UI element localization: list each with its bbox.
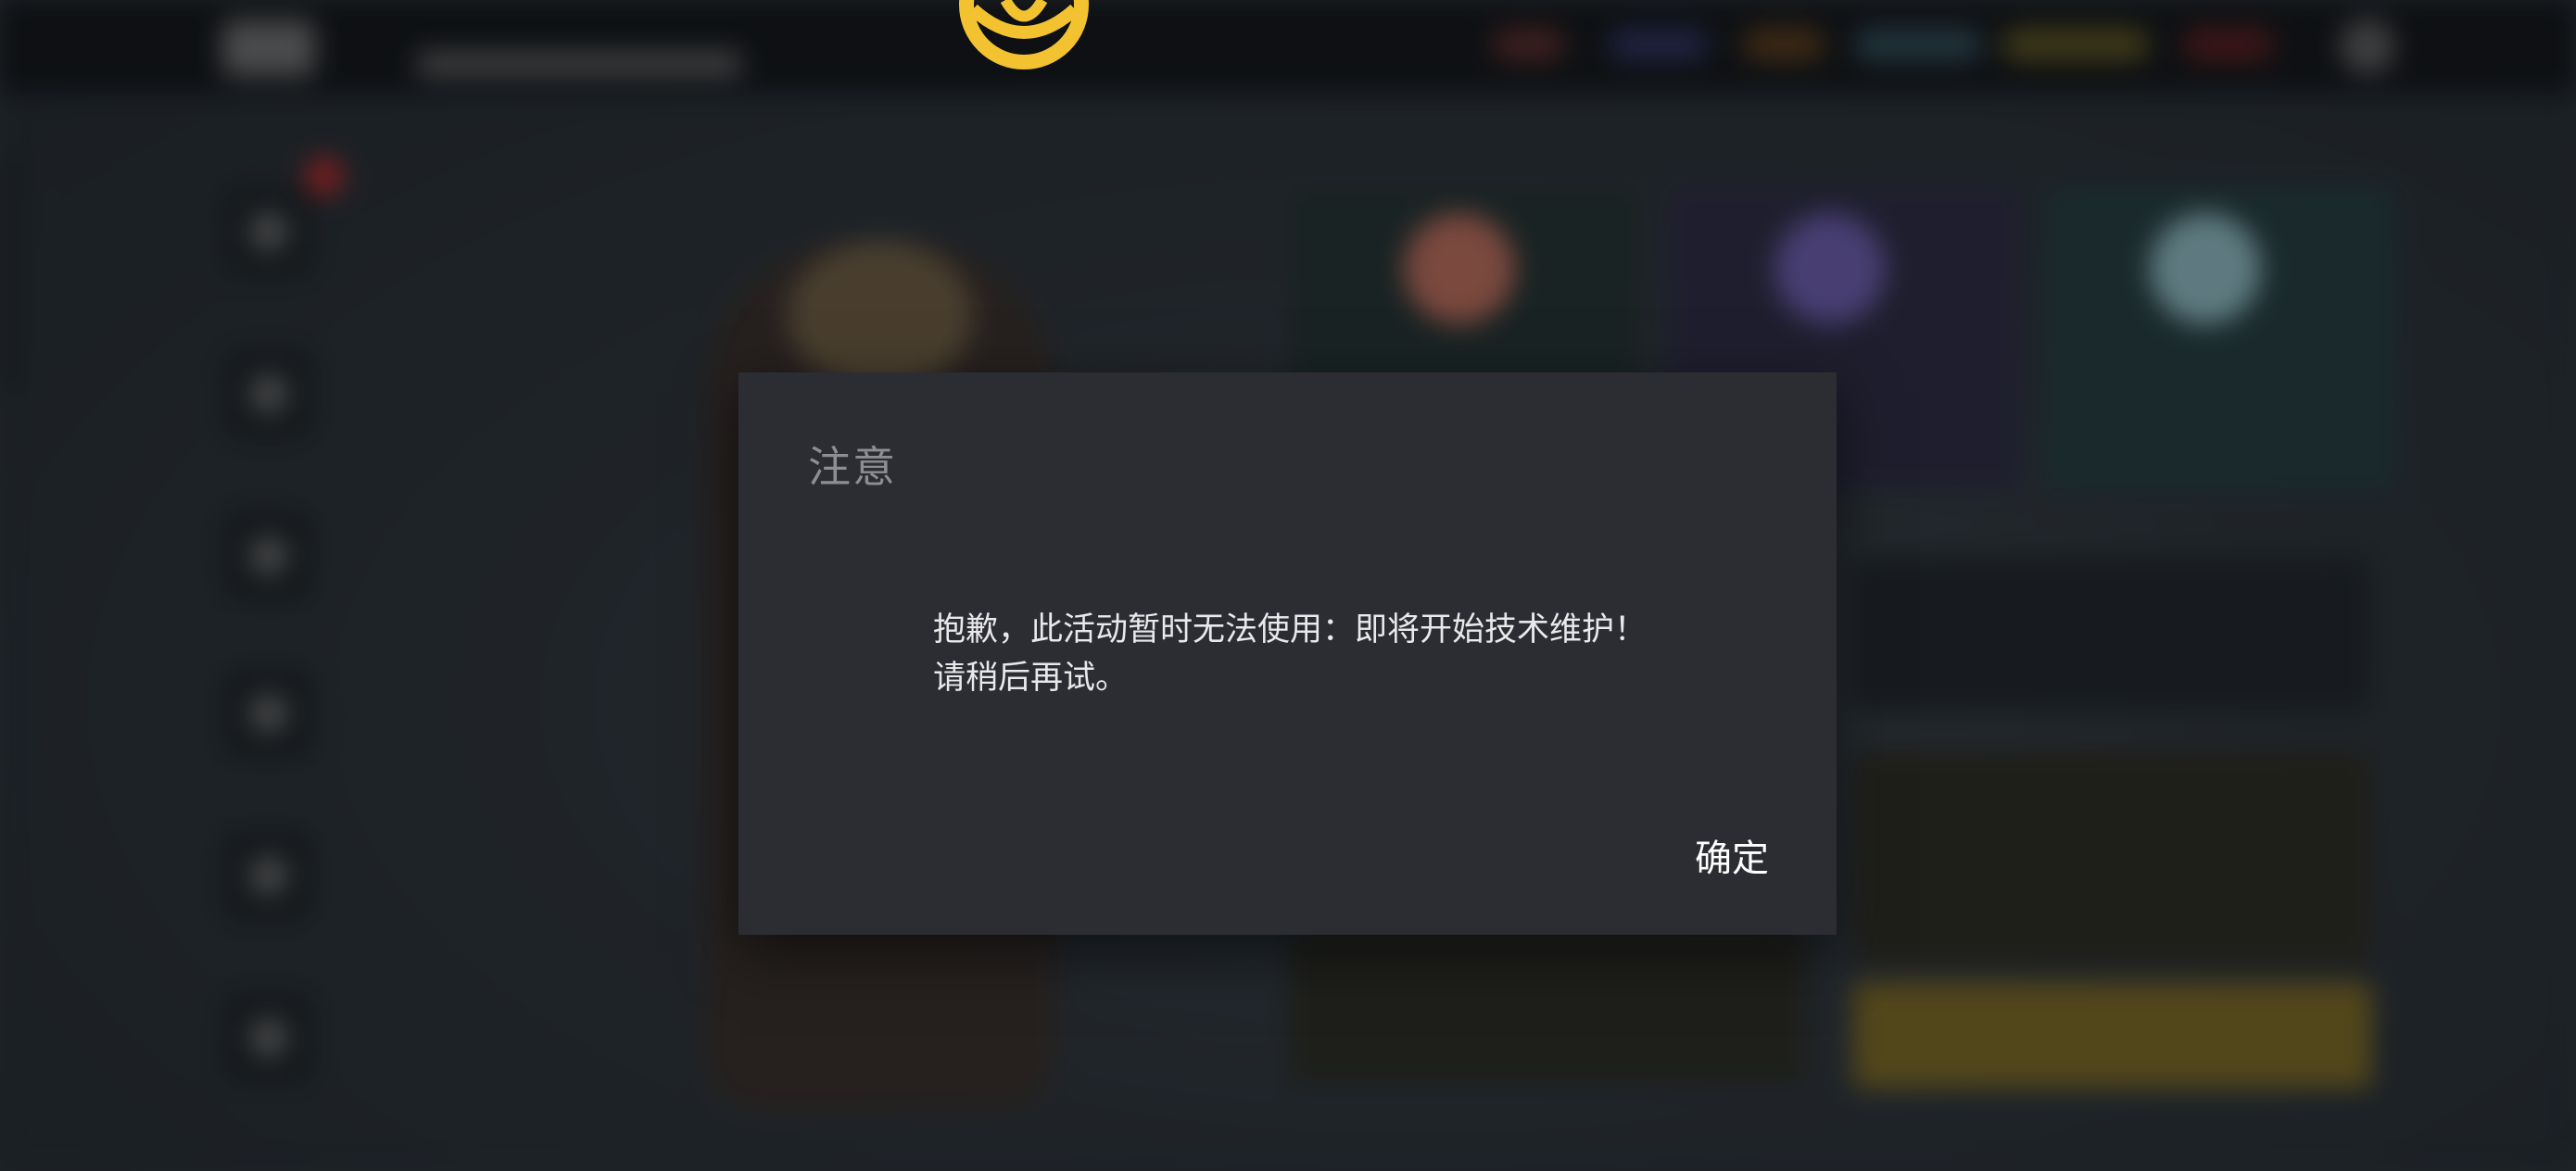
dialog-message-line: 请稍后再试。 — [933, 660, 1129, 697]
dialog-message: 抱歉，此活动暂时无法使用：即将开始技术维护！ 请稍后再试。 — [933, 606, 1786, 702]
dialog-title: 注意 — [808, 442, 897, 492]
confirm-button[interactable]: 确定 — [1695, 828, 1769, 882]
dialog-message-line: 抱歉，此活动暂时无法使用：即将开始技术维护！ — [933, 611, 1648, 648]
maintenance-dialog: 注意 抱歉，此活动暂时无法使用：即将开始技术维护！ 请稍后再试。 确定 — [739, 372, 1837, 935]
gold-circle-logo-icon — [959, 0, 1089, 69]
